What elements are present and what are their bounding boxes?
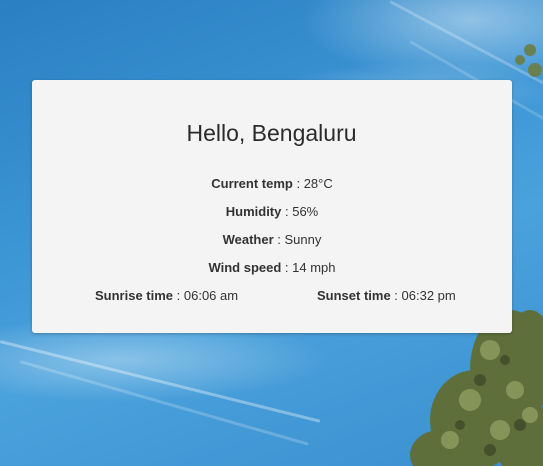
sunset-label: Sunset time (317, 288, 391, 303)
separator: : (273, 232, 285, 247)
separator: : (292, 176, 304, 191)
current-temp-row: Current temp : 28°C (32, 176, 512, 191)
separator: : (173, 288, 184, 303)
separator: : (281, 204, 293, 219)
weather-row: Weather : Sunny (32, 232, 512, 247)
cloud-streak (0, 340, 321, 423)
cloud-streak (19, 360, 309, 446)
humidity-label: Humidity (225, 204, 282, 219)
humidity-row: Humidity : 56% (32, 204, 512, 219)
sunrise-label: Sunrise time (95, 288, 174, 303)
weather-label: Weather (222, 232, 274, 247)
sunset-row: Sunset time : 06:32 pm (317, 288, 456, 303)
weather-value: Sunny (284, 232, 322, 247)
greeting-title: Hello, Bengaluru (186, 120, 357, 146)
sunrise-value: 06:06 am (183, 288, 239, 303)
sunset-value: 06:32 pm (401, 288, 456, 303)
sunrise-row: Sunrise time : 06:06 am (95, 288, 238, 303)
wind-speed-value: 14 mph (292, 260, 336, 275)
current-temp-value: 28°C (303, 176, 333, 191)
separator: : (390, 288, 402, 303)
wind-speed-row: Wind speed : 14 mph (32, 260, 512, 275)
separator: : (281, 260, 293, 275)
current-temp-label: Current temp (211, 176, 293, 191)
wind-speed-label: Wind speed (208, 260, 282, 275)
humidity-value: 56% (292, 204, 319, 219)
